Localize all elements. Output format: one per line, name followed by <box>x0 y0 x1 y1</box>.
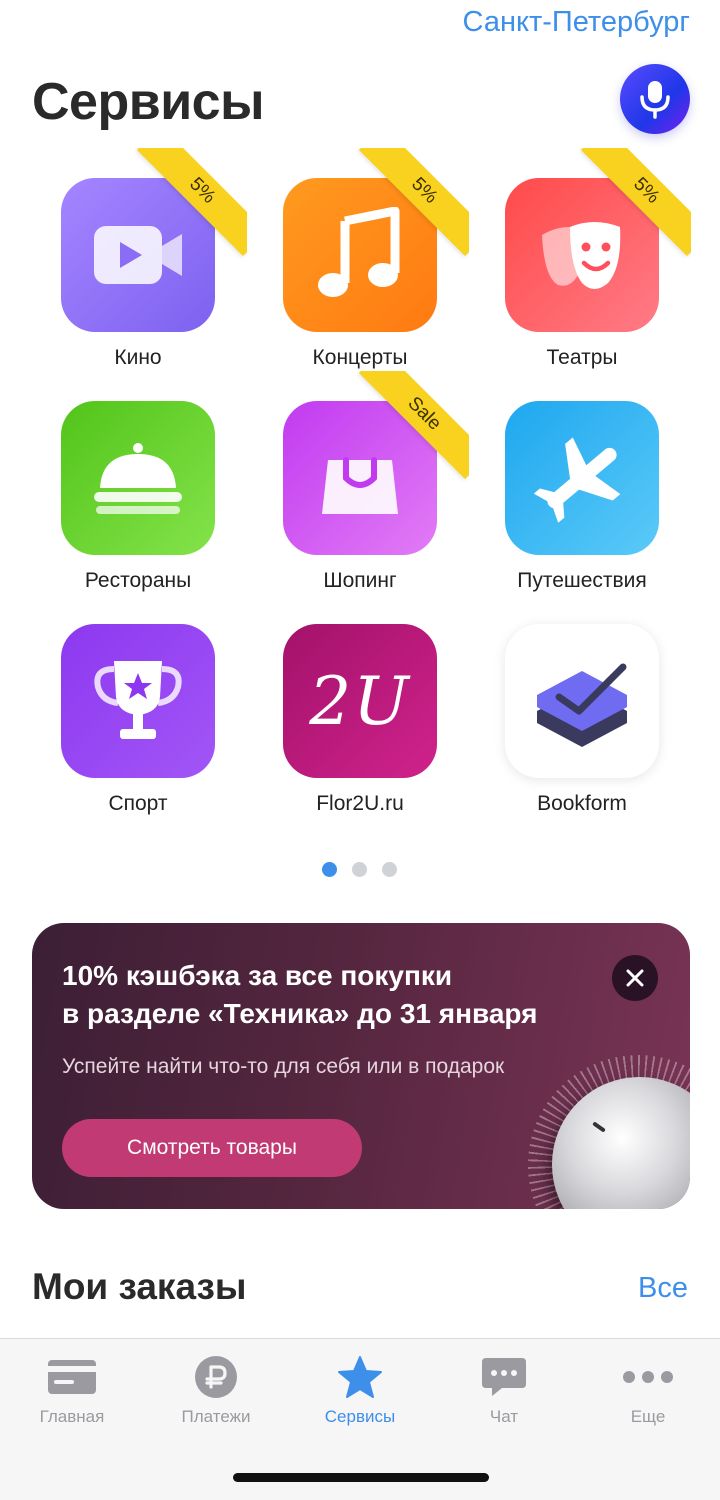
city-selector[interactable]: Санкт-Петербург <box>463 6 690 39</box>
service-label: Спорт <box>108 792 168 815</box>
ruble-icon <box>195 1356 237 1398</box>
service-icon-sport <box>61 624 215 792</box>
more-dots-icon <box>623 1371 673 1383</box>
trophy-icon <box>94 661 182 739</box>
service-label: Кино <box>114 346 162 369</box>
tab-more[interactable]: Еще <box>576 1353 720 1427</box>
services-screen: Санкт-Петербург Сервисы 5% Кино 5% Конце… <box>0 0 720 1500</box>
promo-title: 10% кэшбэка за все покупки в разделе «Те… <box>62 960 538 1029</box>
service-icon-shopping: Sale <box>283 371 469 569</box>
cloche-icon <box>94 443 182 514</box>
service-label: Flor2U.ru <box>316 792 404 815</box>
service-tile-concerts[interactable]: 5% Концерты <box>260 148 469 370</box>
page-dot-active[interactable] <box>322 862 337 877</box>
service-tile-sport[interactable]: Спорт <box>38 624 238 816</box>
service-label: Театры <box>546 346 618 369</box>
sale-ribbon: Sale <box>358 371 469 480</box>
tab-payments[interactable]: Платежи <box>144 1353 288 1427</box>
service-icon-concerts: 5% <box>283 148 469 346</box>
service-tile-travel[interactable]: Путешествия <box>482 401 682 593</box>
discount-ribbon: 5% <box>580 148 691 257</box>
service-tile-restaurants[interactable]: Рестораны <box>38 401 238 593</box>
discount-ribbon: 5% <box>358 148 469 257</box>
page-indicator[interactable] <box>322 862 397 877</box>
star-icon <box>338 1356 382 1398</box>
airplane-icon <box>533 437 621 523</box>
service-icon-flor2u: 2U <box>283 624 437 792</box>
voice-search-button[interactable] <box>620 64 690 134</box>
service-icon-kino: 5% <box>61 148 247 346</box>
page-dot[interactable] <box>382 862 397 877</box>
service-label: Путешествия <box>517 569 647 592</box>
service-icon-travel <box>505 401 659 569</box>
tab-home[interactable]: Главная <box>0 1353 144 1427</box>
service-icon-theatres: 5% <box>505 148 691 346</box>
promo-banner[interactable]: 10% кэшбэка за все покупки в разделе «Те… <box>32 923 690 1209</box>
flor2u-logo: 2U <box>309 662 411 740</box>
bookform-logo <box>537 663 627 747</box>
service-tile-bookform[interactable]: Bookform <box>482 624 682 816</box>
discount-ribbon: 5% <box>136 148 247 257</box>
service-tile-theatres[interactable]: 5% Театры <box>482 148 691 370</box>
service-label: Bookform <box>537 792 627 815</box>
service-label: Шопинг <box>323 569 397 592</box>
tab-services[interactable]: Сервисы <box>288 1353 432 1427</box>
page-title: Сервисы <box>32 73 265 131</box>
service-icon-bookform <box>505 624 659 778</box>
service-tile-flor2u[interactable]: 2U Flor2U.ru <box>260 624 460 816</box>
tab-chat[interactable]: Чат <box>432 1353 576 1427</box>
service-tile-shopping[interactable]: Sale Шопинг <box>260 371 469 593</box>
orders-section-title: Мои заказы <box>32 1266 247 1307</box>
microphone-icon <box>640 81 670 119</box>
promo-subtitle: Успейте найти что-то для себя или в пода… <box>62 1055 505 1078</box>
view-products-button[interactable]: Смотреть товары <box>62 1119 362 1177</box>
service-label: Рестораны <box>84 569 192 592</box>
card-icon <box>48 1360 96 1394</box>
service-label: Концерты <box>312 346 408 369</box>
orders-all-link[interactable]: Все <box>638 1272 688 1305</box>
home-indicator[interactable] <box>233 1473 489 1482</box>
promo-close-button[interactable] <box>612 955 658 1001</box>
close-icon <box>626 969 644 987</box>
page-dot[interactable] <box>352 862 367 877</box>
service-tile-kino[interactable]: 5% Кино <box>38 148 247 370</box>
service-icon-restaurants <box>61 401 215 569</box>
chat-icon <box>482 1358 526 1396</box>
